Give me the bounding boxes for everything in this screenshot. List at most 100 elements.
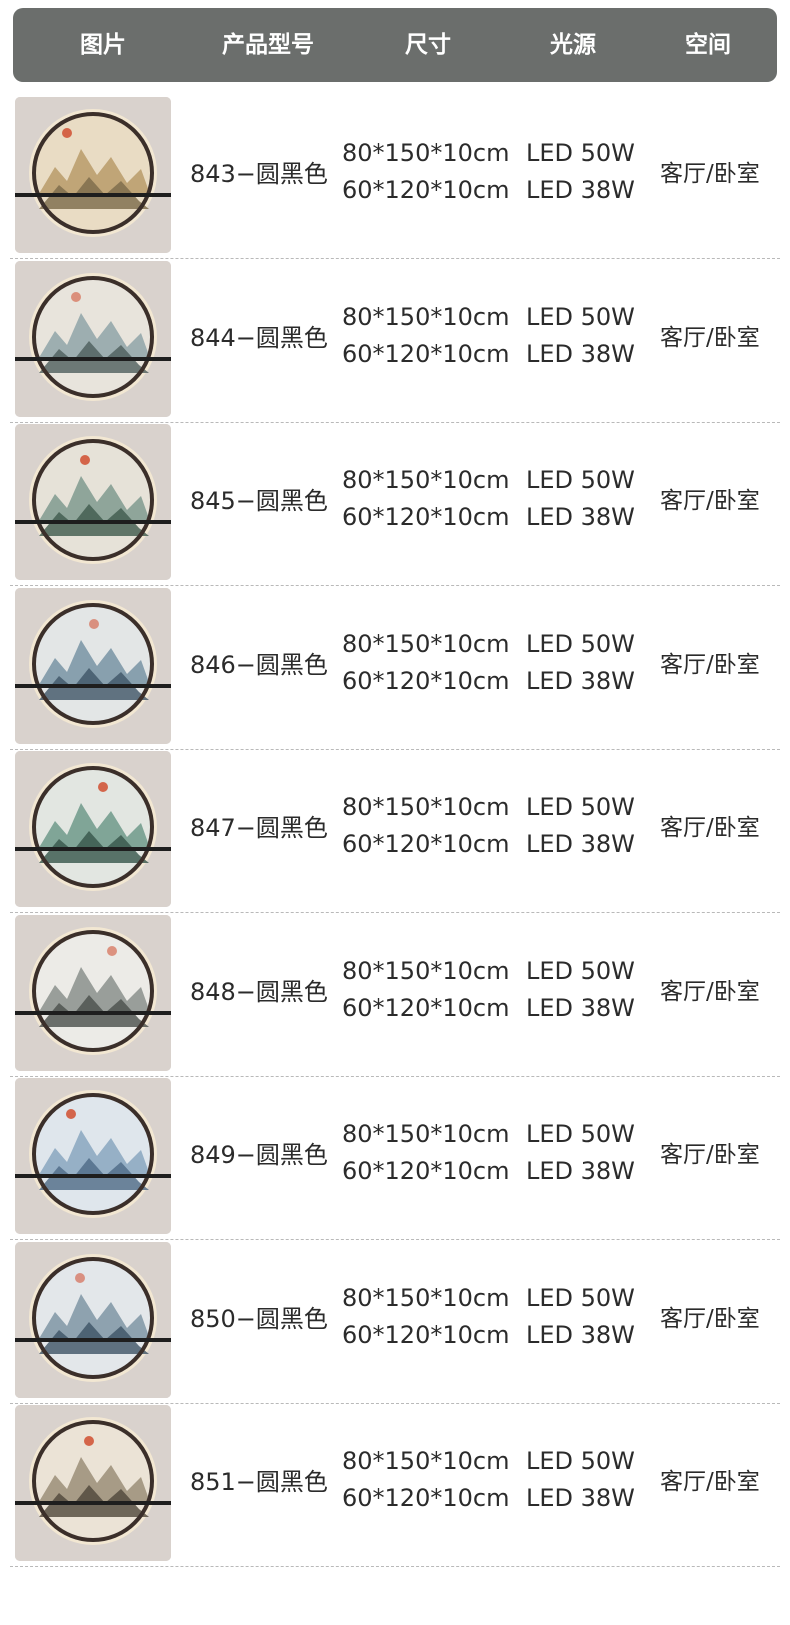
- product-thumbnail: [15, 1405, 171, 1561]
- table-row: 847−圆黑色 80*150*10cm 60*120*10cm LED 50W …: [0, 743, 790, 913]
- size-large: 80*150*10cm: [342, 956, 510, 985]
- header-light: 光源: [550, 32, 596, 58]
- product-thumbnail: [15, 1078, 171, 1234]
- size-cell: 80*150*10cm 60*120*10cm: [342, 626, 509, 700]
- model-number: 849−圆黑色: [190, 1141, 328, 1169]
- size-large: 80*150*10cm: [342, 302, 510, 331]
- light-cell: LED 50W LED 38W: [526, 1443, 635, 1517]
- size-large: 80*150*10cm: [342, 466, 510, 494]
- light-small: LED 38W: [526, 666, 635, 695]
- light-small: LED 38W: [526, 503, 635, 531]
- model-number: 850−圆黑色: [190, 1304, 328, 1333]
- table-row: 844−圆黑色 80*150*10cm 60*120*10cm LED 50W …: [0, 253, 790, 423]
- light-small: LED 38W: [526, 339, 635, 368]
- light-large: LED 50W: [526, 139, 635, 167]
- light-small: LED 38W: [526, 1320, 635, 1349]
- light-small: LED 38W: [526, 1484, 635, 1512]
- product-thumbnail: [15, 751, 171, 907]
- light-large: LED 50W: [526, 1447, 635, 1475]
- header-model: 产品型号: [222, 32, 314, 58]
- space-label: 客厅/卧室: [660, 1142, 760, 1168]
- space-label: 客厅/卧室: [660, 815, 760, 841]
- light-cell: LED 50W LED 38W: [526, 462, 635, 536]
- light-cell: LED 50W LED 38W: [526, 1280, 635, 1354]
- row-divider: [10, 1566, 780, 1567]
- table-row: 851−圆黑色 80*150*10cm 60*120*10cm LED 50W …: [0, 1397, 790, 1567]
- size-cell: 80*150*10cm 60*120*10cm: [342, 953, 509, 1027]
- size-small: 60*120*10cm: [342, 1157, 510, 1185]
- landscape-wall-lamp-icon: [15, 914, 171, 1071]
- size-large: 80*150*10cm: [342, 1120, 510, 1148]
- table-row: 850−圆黑色 80*150*10cm 60*120*10cm LED 50W …: [0, 1234, 790, 1404]
- product-thumbnail: [15, 914, 171, 1071]
- space-label: 客厅/卧室: [660, 488, 760, 514]
- size-small: 60*120*10cm: [342, 1484, 510, 1512]
- size-cell: 80*150*10cm 60*120*10cm: [342, 1443, 509, 1517]
- size-small: 60*120*10cm: [342, 176, 510, 204]
- landscape-wall-lamp-icon: [15, 1078, 171, 1234]
- size-cell: 80*150*10cm 60*120*10cm: [342, 462, 509, 536]
- model-number: 843−圆黑色: [190, 160, 328, 188]
- product-thumbnail: [15, 260, 171, 417]
- space-label: 客厅/卧室: [660, 1469, 760, 1495]
- size-large: 80*150*10cm: [342, 1283, 510, 1312]
- light-cell: LED 50W LED 38W: [526, 1116, 635, 1190]
- model-number: 848−圆黑色: [190, 977, 328, 1006]
- size-cell: 80*150*10cm 60*120*10cm: [342, 1280, 509, 1354]
- light-large: LED 50W: [526, 466, 635, 494]
- size-cell: 80*150*10cm 60*120*10cm: [342, 299, 509, 373]
- table-row: 845−圆黑色 80*150*10cm 60*120*10cm LED 50W …: [0, 416, 790, 586]
- size-large: 80*150*10cm: [342, 1447, 510, 1475]
- table-row: 849−圆黑色 80*150*10cm 60*120*10cm LED 50W …: [0, 1070, 790, 1240]
- light-cell: LED 50W LED 38W: [526, 789, 635, 863]
- light-large: LED 50W: [526, 1283, 635, 1312]
- light-small: LED 38W: [526, 176, 635, 204]
- light-large: LED 50W: [526, 1120, 635, 1148]
- model-number: 851−圆黑色: [190, 1468, 328, 1496]
- model-number: 844−圆黑色: [190, 323, 328, 352]
- space-label: 客厅/卧室: [660, 161, 760, 187]
- size-cell: 80*150*10cm 60*120*10cm: [342, 135, 509, 209]
- size-small: 60*120*10cm: [342, 339, 510, 368]
- landscape-wall-lamp-icon: [15, 751, 171, 907]
- space-label: 客厅/卧室: [660, 1305, 760, 1332]
- size-small: 60*120*10cm: [342, 830, 510, 858]
- model-number: 846−圆黑色: [190, 650, 328, 679]
- light-cell: LED 50W LED 38W: [526, 135, 635, 209]
- size-small: 60*120*10cm: [342, 503, 510, 531]
- size-small: 60*120*10cm: [342, 993, 510, 1022]
- model-number: 847−圆黑色: [190, 814, 328, 842]
- header-image: 图片: [80, 32, 126, 58]
- size-large: 80*150*10cm: [342, 139, 510, 167]
- landscape-wall-lamp-icon: [15, 260, 171, 417]
- space-label: 客厅/卧室: [660, 324, 760, 351]
- size-cell: 80*150*10cm 60*120*10cm: [342, 789, 509, 863]
- table-header: 图片 产品型号 尺寸 光源 空间: [13, 8, 777, 82]
- light-cell: LED 50W LED 38W: [526, 626, 635, 700]
- light-small: LED 38W: [526, 993, 635, 1022]
- light-large: LED 50W: [526, 302, 635, 331]
- light-small: LED 38W: [526, 1157, 635, 1185]
- header-space: 空间: [685, 32, 731, 58]
- light-large: LED 50W: [526, 629, 635, 658]
- space-label: 客厅/卧室: [660, 651, 760, 678]
- product-thumbnail: [15, 1241, 171, 1398]
- landscape-wall-lamp-icon: [15, 1405, 171, 1561]
- product-thumbnail: [15, 97, 171, 253]
- light-cell: LED 50W LED 38W: [526, 299, 635, 373]
- product-thumbnail: [15, 424, 171, 580]
- model-number: 845−圆黑色: [190, 487, 328, 515]
- space-label: 客厅/卧室: [660, 978, 760, 1005]
- table-row: 848−圆黑色 80*150*10cm 60*120*10cm LED 50W …: [0, 907, 790, 1077]
- size-small: 60*120*10cm: [342, 1320, 510, 1349]
- landscape-wall-lamp-icon: [15, 424, 171, 580]
- table-row: 846−圆黑色 80*150*10cm 60*120*10cm LED 50W …: [0, 580, 790, 750]
- size-large: 80*150*10cm: [342, 793, 510, 821]
- light-cell: LED 50W LED 38W: [526, 953, 635, 1027]
- landscape-wall-lamp-icon: [15, 97, 171, 253]
- landscape-wall-lamp-icon: [15, 587, 171, 744]
- table-row: 843−圆黑色 80*150*10cm 60*120*10cm LED 50W …: [0, 89, 790, 259]
- size-small: 60*120*10cm: [342, 666, 510, 695]
- landscape-wall-lamp-icon: [15, 1241, 171, 1398]
- size-large: 80*150*10cm: [342, 629, 510, 658]
